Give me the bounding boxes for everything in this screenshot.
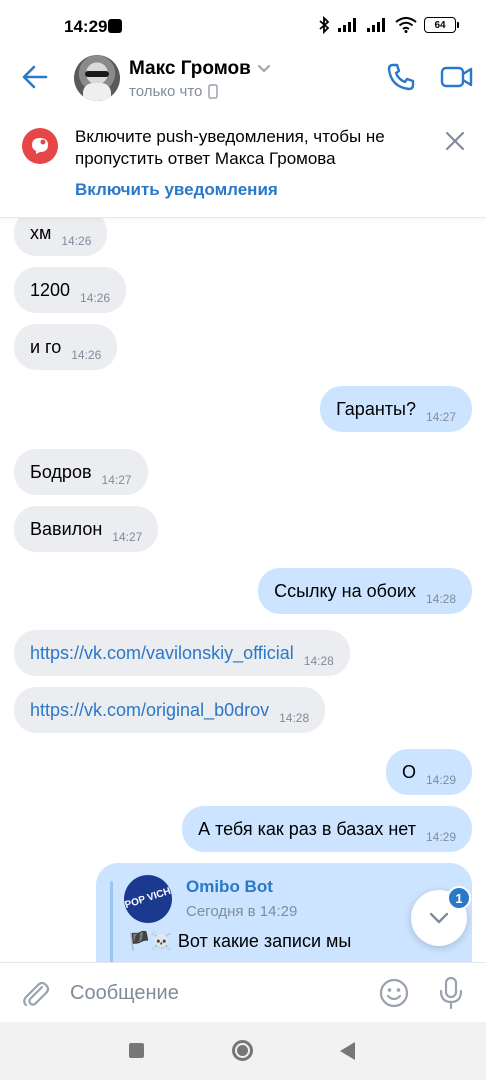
post-text: 🏴☠️ Вот какие записи мы [128,931,352,951]
chat-header: Макс Громов только что [0,52,486,108]
message-text: Гаранты? [336,398,416,419]
contact-name[interactable]: Макс Громов [129,58,271,80]
message-composer [0,962,486,1022]
notification-icon [108,19,122,33]
message-incoming[interactable]: https://vk.com/vavilonskiy_official 14:2… [14,630,350,676]
message-outgoing[interactable]: Гаранты? 14:27 [320,386,472,432]
message-link[interactable]: https://vk.com/original_b0drov [30,700,269,721]
battery-icon: 64 [424,17,459,33]
push-notification-banner: Включите push-уведомления, чтобы не проп… [0,110,486,218]
microphone-icon[interactable] [436,976,466,1010]
close-icon[interactable] [444,130,466,152]
scroll-to-bottom-button[interactable]: 1 [411,886,471,946]
signal-icon [367,18,385,32]
banner-message: Включите push-уведомления, чтобы не проп… [75,127,385,168]
attach-icon[interactable] [20,977,50,1009]
post-date: Сегодня в 14:29 [186,903,298,920]
message-time: 14:27 [101,473,132,487]
message-link[interactable]: https://vk.com/vavilonskiy_official [30,643,294,664]
message-text: хм [30,222,52,243]
notification-bubble-icon [22,128,58,164]
online-status-label: только что [129,83,203,100]
message-time: 14:27 [112,530,143,544]
message-incoming[interactable]: Вавилон 14:27 [14,506,159,552]
wifi-icon [395,17,417,33]
phone-icon[interactable] [386,62,416,92]
back-arrow-icon[interactable] [20,62,50,92]
message-time: 14:28 [303,654,334,668]
message-incoming[interactable]: https://vk.com/original_b0drov 14:28 [14,687,326,733]
chevron-down-icon [429,912,449,924]
message-time: 14:28 [279,711,310,725]
contact-name-label: Макс Громов [129,58,251,79]
unread-badge: 1 [447,886,471,910]
message-time: 14:28 [425,592,456,606]
message-text: Вавилон [30,518,103,539]
message-text: и го [30,336,62,357]
message-incoming[interactable]: 1200 14:26 [14,267,127,313]
message-text: Бодров [30,461,92,482]
message-list[interactable]: хм 14:26 1200 14:26 и го 14:26 Гаранты? … [0,218,486,962]
chevron-down-icon [257,65,270,73]
message-time: 14:29 [425,773,456,787]
bot-avatar[interactable]: POP VICH [117,868,179,930]
signal-icon [338,18,356,32]
bluetooth-icon [319,16,330,34]
online-status: только что [129,83,219,100]
status-icons: 64 [318,16,459,34]
mobile-device-icon [208,84,219,99]
message-input[interactable] [70,977,360,1009]
message-text: Ссылку на обоих [274,580,416,601]
quote-bar [110,881,113,962]
message-incoming[interactable]: Бодров 14:27 [14,449,148,495]
status-time: 14:29 [64,17,108,36]
video-call-icon[interactable] [440,62,474,92]
enable-notifications-link[interactable]: Включить уведомления [75,180,278,200]
message-outgoing[interactable]: Ссылку на обоих 14:28 [258,568,472,614]
message-text: А тебя как раз в базах нет [198,818,416,839]
system-navigation-bar [0,1022,486,1080]
message-time: 14:26 [61,234,92,248]
post-author[interactable]: Omibo Bot [186,877,273,897]
message-time: 14:27 [425,410,456,424]
message-outgoing[interactable]: А тебя как раз в базах нет 14:29 [182,806,472,852]
message-time: 14:29 [425,830,456,844]
home-button[interactable] [232,1040,253,1061]
message-outgoing[interactable]: О 14:29 [385,749,472,795]
message-incoming[interactable]: хм 14:26 [14,218,108,256]
message-text: О [401,761,416,782]
message-incoming[interactable]: и го 14:26 [14,324,118,370]
message-time: 14:26 [71,348,102,362]
emoji-icon[interactable] [378,977,410,1009]
message-time: 14:26 [80,291,111,305]
avatar[interactable] [74,55,120,101]
recent-apps-button[interactable] [129,1043,144,1058]
status-bar: 14:29 64 [0,0,486,52]
message-text: 1200 [30,279,71,300]
system-back-button[interactable] [340,1042,355,1060]
